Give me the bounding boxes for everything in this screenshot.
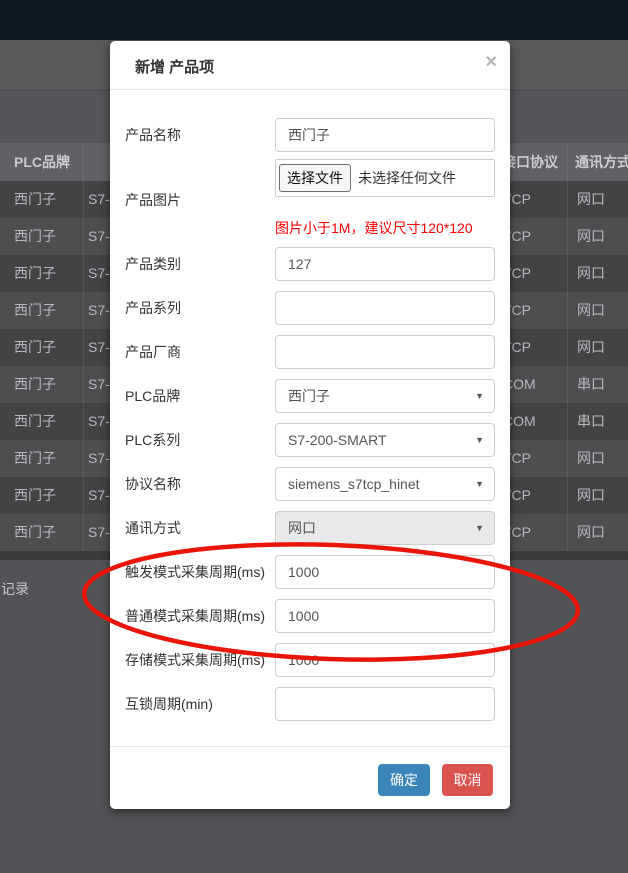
plc-brand-select[interactable]: 西门子 ▼ (275, 379, 495, 413)
cell-comm: 网口 (577, 514, 605, 551)
interlock-cycle-min-control (275, 687, 495, 721)
column-header-plc-brand: PLC品牌 (14, 143, 70, 181)
record-count-text: 记录 (1, 579, 29, 599)
cell-comm: 网口 (577, 329, 605, 366)
plc-brand-label: PLC品牌 (125, 379, 180, 413)
product-vendor-input[interactable] (275, 335, 495, 369)
modal-title: 新增 产品项 (135, 56, 214, 77)
plc-series-control: S7-200-SMART ▼ (275, 423, 495, 457)
protocol-name-select[interactable]: siemens_s7tcp_hinet ▼ (275, 467, 495, 501)
plc-brand-control: 西门子 ▼ (275, 379, 495, 413)
comm-method-selected-value: 网口 (288, 512, 316, 544)
protocol-name-label: 协议名称 (125, 467, 181, 501)
cell-brand: 西门子 (14, 403, 56, 440)
chevron-down-icon: ▼ (475, 468, 484, 500)
plc-series-selected-value: S7-200-SMART (288, 424, 387, 456)
product-name-input[interactable] (275, 118, 495, 152)
protocol-name-selected-value: siemens_s7tcp_hinet (288, 468, 420, 500)
product-series-label: 产品系列 (125, 291, 181, 325)
cell-series: S7- (88, 366, 110, 403)
storage-cycle-ms-label: 存储模式采集周期(ms) (125, 643, 265, 677)
cell-brand: 西门子 (14, 218, 56, 255)
cell-series: S7- (88, 329, 110, 366)
cell-comm: 网口 (577, 440, 605, 477)
image-size-hint: 图片小于1M，建议尺寸120*120 (275, 218, 473, 238)
trigger-cycle-ms-label: 触发模式采集周期(ms) (125, 555, 265, 589)
cell-comm: 网口 (577, 292, 605, 329)
product-name-control (275, 118, 495, 152)
choose-file-button[interactable]: 选择文件 (279, 164, 351, 192)
plc-series-label: PLC系列 (125, 423, 180, 457)
column-divider (83, 143, 84, 551)
column-header-comm: 通讯方式 (575, 143, 628, 181)
confirm-button[interactable]: 确定 (378, 764, 430, 796)
product-category-label: 产品类别 (125, 247, 181, 281)
interlock-cycle-min-input[interactable] (275, 687, 495, 721)
cell-series: S7- (88, 255, 110, 292)
cell-comm: 网口 (577, 477, 605, 514)
storage-cycle-ms-control (275, 643, 495, 677)
cell-series: S7- (88, 403, 110, 440)
plc-brand-selected-value: 西门子 (288, 380, 330, 412)
product-vendor-control (275, 335, 495, 369)
product-category-input[interactable] (275, 247, 495, 281)
cell-brand: 西门子 (14, 329, 56, 366)
cell-comm: 网口 (577, 218, 605, 255)
normal-cycle-ms-label: 普通模式采集周期(ms) (125, 599, 265, 633)
cell-series: S7- (88, 292, 110, 329)
comm-method-label: 通讯方式 (125, 511, 181, 545)
cell-brand: 西门子 (14, 181, 56, 218)
top-navbar (0, 0, 628, 40)
cell-brand: 西门子 (14, 440, 56, 477)
storage-cycle-ms-input[interactable] (275, 643, 495, 677)
cell-brand: 西门子 (14, 255, 56, 292)
product-series-control (275, 291, 495, 325)
close-icon[interactable]: × (485, 52, 497, 72)
chevron-down-icon: ▼ (475, 512, 484, 544)
cell-series: S7- (88, 181, 110, 218)
cell-series: S7- (88, 218, 110, 255)
plc-series-select[interactable]: S7-200-SMART ▼ (275, 423, 495, 457)
chevron-down-icon: ▼ (475, 424, 484, 456)
column-divider (567, 143, 568, 551)
product-vendor-label: 产品厂商 (125, 335, 181, 369)
product-image-label: 产品图片 (125, 183, 181, 217)
modal-header: 新增 产品项 × (110, 41, 510, 90)
cell-series: S7- (88, 477, 110, 514)
comm-method-select[interactable]: 网口 ▼ (275, 511, 495, 545)
protocol-name-control: siemens_s7tcp_hinet ▼ (275, 467, 495, 501)
product-series-input[interactable] (275, 291, 495, 325)
product-image-file-input: 选择文件未选择任何文件 (275, 159, 495, 197)
cell-comm: 网口 (577, 181, 605, 218)
file-status-text: 未选择任何文件 (358, 160, 456, 196)
trigger-cycle-ms-control (275, 555, 495, 589)
cell-brand: 西门子 (14, 514, 56, 551)
cell-brand: 西门子 (14, 292, 56, 329)
interlock-cycle-min-label: 互锁周期(min) (125, 687, 213, 721)
comm-method-control: 网口 ▼ (275, 511, 495, 545)
column-header-protocol: 接口协议 (502, 143, 558, 181)
product-name-label: 产品名称 (125, 118, 181, 152)
cell-brand: 西门子 (14, 477, 56, 514)
cell-comm: 网口 (577, 255, 605, 292)
cancel-button[interactable]: 取消 (442, 764, 493, 796)
cell-comm: 串口 (577, 366, 605, 403)
cell-brand: 西门子 (14, 366, 56, 403)
modal-footer: 确定 取消 (110, 746, 510, 809)
normal-cycle-ms-control (275, 599, 495, 633)
trigger-cycle-ms-input[interactable] (275, 555, 495, 589)
chevron-down-icon: ▼ (475, 380, 484, 412)
cell-series: S7- (88, 440, 110, 477)
cell-series: S7- (88, 514, 110, 551)
add-product-modal: 新增 产品项 × 图片小于1M，建议尺寸120*120 产品名称产品图片 选择文件… (110, 41, 510, 809)
normal-cycle-ms-input[interactable] (275, 599, 495, 633)
product-category-control (275, 247, 495, 281)
cell-comm: 串口 (577, 403, 605, 440)
